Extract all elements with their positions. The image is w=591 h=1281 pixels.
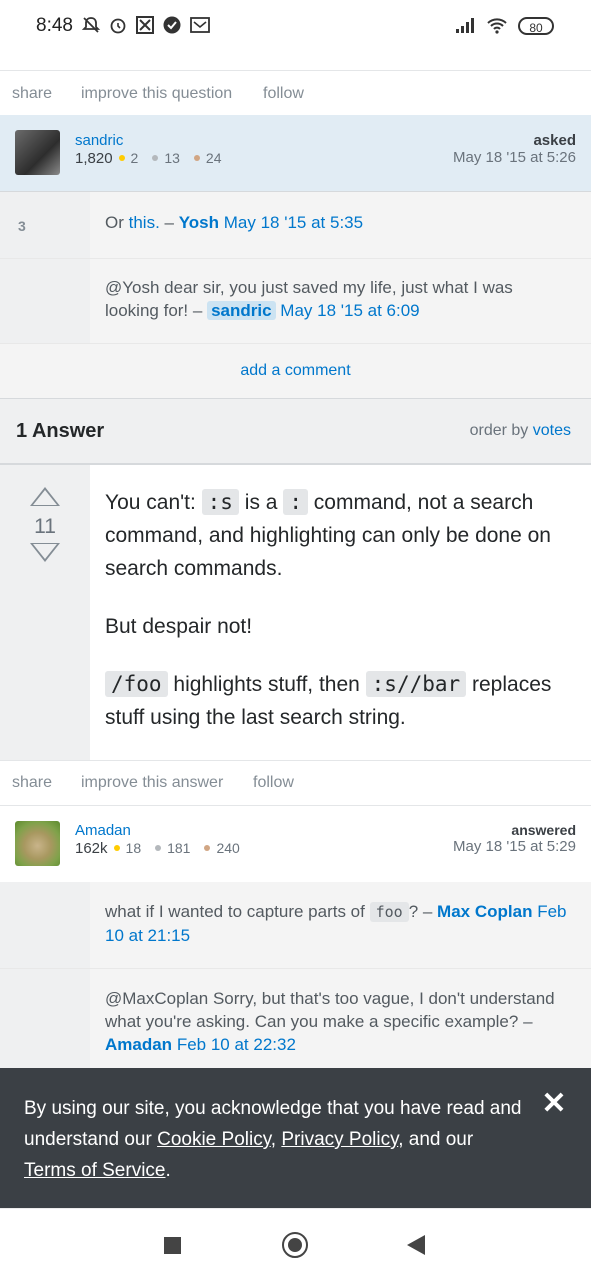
bronze-badge-icon	[193, 154, 200, 161]
comment-author-link[interactable]: Max Coplan	[437, 902, 532, 921]
silver-badge-icon	[152, 154, 159, 161]
answer-paragraph: You can't: :s is a : command, not a sear…	[105, 489, 551, 580]
question-author-reputation: 1,820 2 13 24	[75, 150, 222, 168]
silver-badge-count: 13	[164, 150, 180, 166]
improve-answer-link[interactable]: improve this answer	[81, 774, 223, 792]
comment: 3 Or this. – Yosh May 18 '15 at 5:35	[0, 192, 591, 259]
mute-icon	[80, 15, 102, 37]
comment-text: @Yosh dear sir, you just saved my life, …	[105, 278, 513, 320]
inline-code: :	[283, 489, 308, 515]
add-comment-link[interactable]: add a comment	[240, 362, 350, 379]
vote-count: 11	[34, 515, 56, 538]
avatar[interactable]	[15, 130, 60, 175]
answer-paragraph: /foo highlights stuff, then :s//bar repl…	[105, 671, 552, 729]
gold-badge-count: 18	[125, 840, 142, 856]
comment-link[interactable]: this.	[129, 213, 160, 232]
answer-timestamp: answered May 18 '15 at 5:29	[453, 822, 576, 855]
sort-order: order by votes	[469, 422, 571, 439]
question-action-bar: share improve this question follow	[0, 70, 591, 116]
back-button[interactable]	[407, 1235, 425, 1255]
sort-votes-link[interactable]: votes	[533, 422, 571, 439]
answers-count: 1 Answer	[16, 420, 105, 442]
bronze-badge-icon	[204, 844, 211, 851]
answered-label: answered	[511, 822, 576, 838]
mail-icon	[189, 15, 211, 37]
inline-code: :s//bar	[365, 671, 467, 697]
bronze-badge-count: 240	[216, 840, 240, 856]
comment-author-link[interactable]: Yosh	[179, 213, 219, 232]
answer-author-reputation: 162k 18 181 240	[75, 840, 240, 858]
reputation-score: 1,820	[75, 150, 113, 167]
avatar[interactable]	[15, 821, 60, 866]
comment: @MaxCoplan Sorry, but that's too vague, …	[0, 969, 591, 1080]
recents-button[interactable]	[164, 1237, 181, 1254]
gold-badge-icon	[118, 154, 125, 161]
vote-column: 11	[0, 465, 90, 760]
comment-score: 3	[18, 218, 26, 234]
cookie-policy-link[interactable]: Cookie Policy	[157, 1129, 271, 1150]
comment-text: @MaxCoplan Sorry, but that's too vague, …	[105, 989, 555, 1054]
privacy-policy-link[interactable]: Privacy Policy	[281, 1129, 398, 1150]
follow-question-link[interactable]: follow	[263, 85, 304, 103]
comment-text: what if I wanted to capture parts of foo…	[105, 902, 567, 945]
answer-body: You can't: :s is a : command, not a sear…	[105, 486, 580, 759]
comment: @Yosh dear sir, you just saved my life, …	[0, 259, 591, 344]
battery-icon: 80	[518, 17, 554, 35]
inline-code: /foo	[105, 671, 168, 697]
close-icon[interactable]: ✕	[540, 1089, 568, 1119]
wifi-icon	[486, 15, 508, 37]
inline-code: :s	[201, 489, 239, 515]
follow-answer-link[interactable]: follow	[253, 774, 294, 792]
alarm-icon	[107, 15, 129, 37]
question-user-card: sandric 1,820 2 13 24 asked May 18 '15 at 5…	[0, 115, 591, 192]
system-navigation-bar	[0, 1208, 591, 1281]
status-bar: 8:48 80	[0, 0, 591, 56]
reputation-score: 162k	[75, 840, 108, 857]
silver-badge-icon	[155, 844, 162, 851]
terms-of-service-link[interactable]: Terms of Service	[24, 1160, 165, 1181]
silver-badge-count: 181	[167, 840, 191, 856]
answer-paragraph: But despair not!	[105, 615, 253, 638]
answer-user-card: Amadan 162k 18 181 240 answered May 18 '15 …	[0, 805, 591, 883]
answer-author-link[interactable]: Amadan	[75, 822, 131, 839]
check-icon	[161, 15, 183, 37]
answers-header: 1 Answer order by votes	[0, 399, 591, 465]
cookie-banner: By using our site, you acknowledge that …	[0, 1068, 591, 1208]
gold-badge-count: 2	[130, 150, 139, 166]
asked-label: asked	[533, 132, 576, 149]
home-button[interactable]	[282, 1232, 308, 1258]
downvote-icon[interactable]	[30, 543, 60, 562]
comment-author-link[interactable]: sandric	[207, 301, 276, 320]
inline-code: foo	[369, 902, 409, 922]
comment-date[interactable]: Feb 10 at 22:32	[177, 1035, 296, 1054]
answered-date: May 18 '15 at 5:29	[453, 838, 576, 855]
gold-badge-icon	[113, 844, 120, 851]
question-author-link[interactable]: sandric	[75, 132, 123, 149]
comment-date[interactable]: May 18 '15 at 5:35	[224, 213, 363, 232]
share-answer-link[interactable]: share	[12, 774, 52, 792]
comment: what if I wanted to capture parts of foo…	[0, 882, 591, 969]
signal-icon	[455, 15, 477, 37]
answer-action-bar: share improve this answer follow	[0, 760, 591, 806]
comment-author-link[interactable]: Amadan	[105, 1035, 172, 1054]
improve-question-link[interactable]: improve this question	[81, 85, 232, 103]
comment-date[interactable]: May 18 '15 at 6:09	[280, 301, 419, 320]
bronze-badge-count: 24	[205, 150, 222, 166]
app-icon	[134, 15, 156, 37]
add-comment-row: add a comment	[0, 344, 591, 399]
asked-date: May 18 '15 at 5:26	[453, 149, 576, 166]
clock: 8:48	[36, 15, 73, 36]
share-question-link[interactable]: share	[12, 85, 52, 103]
upvote-icon[interactable]	[30, 487, 60, 506]
question-timestamp: asked May 18 '15 at 5:26	[453, 132, 576, 166]
cookie-banner-text: By using our site, you acknowledge that …	[24, 1098, 522, 1181]
comment-text: Or this. – Yosh May 18 '15 at 5:35	[105, 213, 364, 232]
